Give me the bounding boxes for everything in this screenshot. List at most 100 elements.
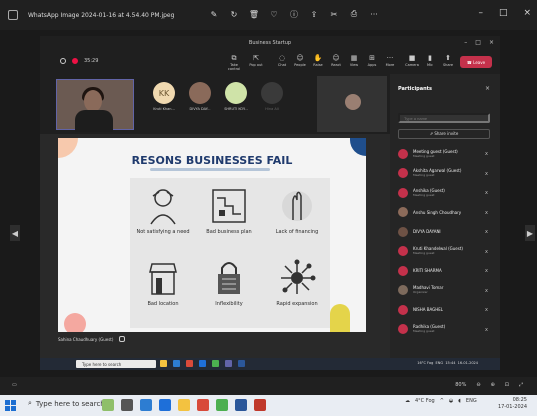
teams-close-icon[interactable]: × [489,39,494,46]
file-explorer-icon[interactable] [178,399,190,411]
tray-chevron-icon[interactable]: ^ [440,398,444,404]
avatar [225,82,247,104]
volume-icon[interactable]: ◖ [458,398,461,404]
task-view-icon[interactable] [121,399,133,411]
spotlight-tile[interactable] [317,76,387,132]
more-button[interactable]: ··· More [380,54,400,67]
participant-row[interactable]: Radhika (Guest) Meeting guest ⅹ [398,320,496,340]
slide-decoration [64,313,86,332]
panel-close-icon[interactable]: × [485,85,490,92]
muted-mic-icon: ⅹ [485,190,488,196]
participant-row[interactable]: DIVYA DAYANI ⅹ [398,222,496,242]
word-icon[interactable] [235,399,247,411]
raise-hand-button[interactable]: ✋ Raise [308,54,328,67]
taskbar-search[interactable]: ⌕ Type here to search [28,399,105,408]
avatar [398,168,408,179]
participant-row[interactable]: Kruti Khandelwal (Guest) Meeting guest ⅹ [398,242,496,262]
filmstrip-icon[interactable]: ▭ [12,382,17,388]
weather-icon[interactable]: ☁ [405,398,410,404]
photographed-taskbar-apps [160,360,245,367]
apps-icon: ⊞ [369,54,375,62]
edit-icon[interactable]: ✎ [209,9,219,19]
next-image-button[interactable]: ▶ [525,225,535,241]
people-button[interactable]: ☺ People [290,54,310,67]
participant-tile[interactable]: Hina Ali [256,82,288,111]
participant-row[interactable]: KRITI SHARMA ⅹ [398,261,496,281]
info-icon[interactable]: ⓘ [289,9,299,19]
pdf-icon[interactable] [254,399,266,411]
fullscreen-icon[interactable]: ⤢ [519,382,523,388]
reason-item: Rapid expansion [266,258,328,307]
store-icon[interactable] [159,399,171,411]
language-indicator[interactable]: ENG [466,398,477,404]
previous-image-button[interactable]: ◀ [10,225,20,241]
participant-tile[interactable]: DIVYA DAY... [184,82,216,111]
storefront-icon [149,263,177,295]
print-icon[interactable]: ⎙ [349,9,359,19]
participant-tile[interactable]: KK Kruti Khan... [148,82,180,111]
timer-text: 35:29 [84,58,99,64]
pop-out-button[interactable]: ⇱ Pop out [246,54,266,67]
share-icon[interactable]: ⇪ [309,9,319,19]
mic-button[interactable]: ▮ Mic [420,54,440,67]
shared-presentation-slide: RESONS BUSINESSES FAIL Not satisfying a … [58,138,366,332]
participant-row[interactable]: Madhavi Tomar Organizer ⅹ [398,281,496,301]
photo-viewer-titlebar: WhatsApp Image 2024-01-16 at 4.54.40 PM.… [0,0,537,30]
reason-item: Not satisfying a need [132,186,194,235]
edit-image-icon[interactable]: ✂ [329,9,339,19]
taskbar-apps [102,399,266,411]
apps-button[interactable]: ⊞ Apps [362,54,382,67]
fit-window-icon[interactable]: ⊡ [505,382,509,388]
start-button[interactable] [5,400,16,411]
teams-maximize-icon[interactable]: □ [475,39,481,46]
chrome-icon[interactable] [197,399,209,411]
avatar [398,285,408,296]
participant-row[interactable]: Anshika (Guest) Meeting guest ⅹ [398,183,496,203]
edge-icon[interactable] [140,399,152,411]
participant-row[interactable]: NISHA BAGHEL ⅹ [398,300,496,320]
taskbar-clock[interactable]: 08:25 17-01-2024 [498,397,527,411]
participant-row[interactable]: Anshu Singh Choudhary ⅹ [398,203,496,223]
padlock-icon [218,262,240,294]
delete-icon[interactable]: 🗑 [249,9,259,19]
avatar [398,304,408,315]
share-invite-button[interactable]: ⇗ Share invite [398,129,490,139]
share-button[interactable]: ⬆ Share [438,54,458,67]
favorite-icon[interactable]: ♡ [269,9,279,19]
muted-mic-icon: ⅹ [485,307,488,313]
close-button[interactable]: × [523,8,531,18]
viewer-toolbar: ✎ ↻ 🗑 ♡ ⓘ ⇪ ✂ ⎙ ··· [209,9,379,19]
react-button[interactable]: ☺ React [326,54,346,67]
teams-minimize-icon[interactable]: – [464,39,467,46]
take-control-button[interactable]: ⧉ Take control [224,54,244,71]
participant-row[interactable]: Akshita Agarwal (Guest) Meeting guest ⅹ [398,164,496,184]
muted-mic-icon [119,336,126,342]
minimize-button[interactable]: – [478,8,483,18]
edge-icon [173,360,180,367]
presenter-video[interactable] [56,79,134,132]
zoom-out-icon[interactable]: ⊖ [476,382,480,388]
weather-widget-icon[interactable] [102,399,114,411]
business-plan-icon [212,189,246,223]
view-button[interactable]: ▦ View [344,54,364,67]
participant-search-input[interactable] [398,113,490,123]
more-options-icon[interactable]: ··· [369,9,379,19]
chat-button[interactable]: ◌ Chat [272,54,292,67]
avatar [398,207,408,218]
photos-app-icon [8,10,18,20]
photos-icon[interactable] [216,399,228,411]
muted-mic-icon: ⅹ [485,248,488,255]
leave-button[interactable]: ☎ Leave [460,56,492,68]
search-icon: ⌕ [28,399,32,407]
avatar [398,148,408,159]
camera-button[interactable]: ■ Camera [402,54,422,67]
participant-tile[interactable]: SHRUTI KOY... [220,82,252,111]
rotate-icon[interactable]: ↻ [229,9,239,19]
zoom-in-icon[interactable]: ⊕ [491,382,495,388]
participant-row[interactable]: Meeting guest (Guest) Meeting guest ⅹ [398,144,496,164]
avatar [189,82,211,104]
pop-out-icon: ⇱ [253,54,259,62]
maximize-button[interactable]: □ [499,8,508,18]
avatar [261,82,283,104]
network-icon[interactable]: ◒ [449,398,453,404]
